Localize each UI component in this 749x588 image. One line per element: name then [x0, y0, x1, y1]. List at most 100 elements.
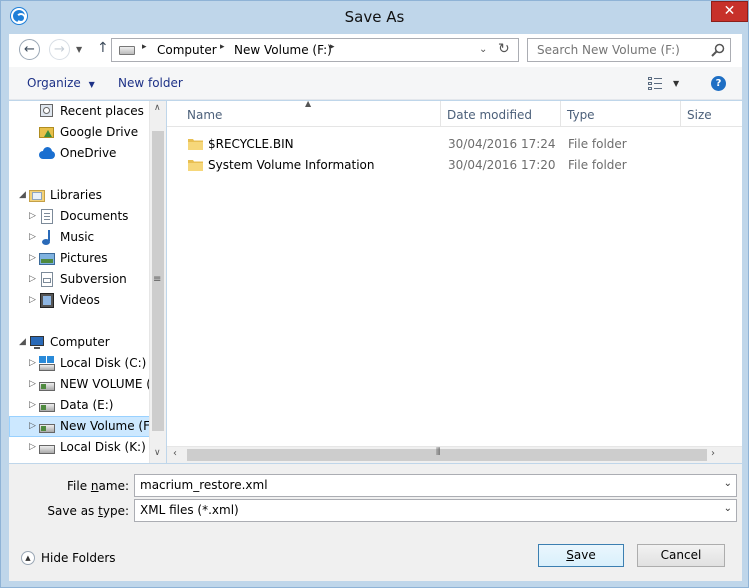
expand-icon[interactable]: ▷ — [29, 274, 37, 284]
expand-icon[interactable]: ▷ — [29, 232, 37, 242]
nav-item-local-disk-c[interactable]: ▷ Local Disk (C:) — [9, 353, 150, 374]
column-header-row: Name ▲ Date modified Type Size — [167, 99, 742, 127]
file-name: $RECYCLE.BIN — [208, 137, 294, 151]
up-icon[interactable]: ↑ — [97, 40, 109, 56]
organize-label: Organize — [27, 76, 81, 90]
expand-icon[interactable]: ▷ — [29, 421, 37, 431]
breadcrumb-computer[interactable]: Computer — [157, 43, 217, 57]
expand-icon[interactable]: ▷ — [29, 211, 37, 221]
collapse-icon[interactable]: ◢ — [19, 190, 27, 200]
computer-icon — [29, 335, 45, 350]
nav-item-pictures[interactable]: ▷ Pictures — [9, 248, 150, 269]
file-type: File folder — [568, 137, 627, 151]
view-options-icon[interactable] — [648, 76, 664, 90]
recent-locations-icon[interactable]: ▼ — [76, 45, 82, 54]
file-type: File folder — [568, 158, 627, 172]
save-as-type-value: XML files (*.xml) — [140, 503, 239, 517]
close-button[interactable]: ✕ — [711, 1, 748, 22]
view-dropdown-icon[interactable]: ▼ — [673, 79, 679, 88]
scroll-thumb[interactable] — [187, 449, 707, 461]
folder-icon — [188, 160, 203, 171]
new-folder-button[interactable]: New folder — [118, 76, 183, 90]
recent-places-icon — [39, 104, 55, 119]
column-type[interactable]: Type — [561, 101, 681, 127]
expand-icon[interactable]: ▷ — [29, 379, 37, 389]
navigation-scrollbar[interactable]: ∧ ≡ ∨ — [149, 101, 166, 463]
search-icon[interactable] — [711, 43, 725, 57]
nav-item-data-e[interactable]: ▷ Data (E:) — [9, 395, 150, 416]
address-dropdown-icon[interactable]: ⌄ — [479, 44, 487, 55]
subversion-icon — [39, 272, 55, 287]
column-name[interactable]: Name ▲ — [167, 99, 441, 127]
file-row[interactable]: $RECYCLE.BIN 30/04/2016 17:24 File folde… — [167, 134, 742, 155]
file-name-value[interactable]: macrium_restore.xml — [140, 478, 268, 492]
expand-icon[interactable]: ▷ — [29, 295, 37, 305]
column-date-modified[interactable]: Date modified — [441, 101, 561, 127]
nav-item-recent-places[interactable]: Recent places — [9, 101, 150, 122]
nav-item-videos[interactable]: ▷ Videos — [9, 290, 150, 311]
drive-icon — [39, 377, 55, 392]
breadcrumb-new-volume[interactable]: New Volume (F:) — [234, 43, 332, 57]
drive-icon — [39, 419, 55, 434]
forward-icon[interactable]: → — [49, 39, 70, 60]
music-icon — [39, 230, 55, 245]
address-bar[interactable]: ▸ Computer ▸ New Volume (F:) ▸ ⌄ ↻ — [111, 38, 519, 62]
search-box[interactable] — [527, 38, 731, 62]
nav-item-documents[interactable]: ▷ Documents — [9, 206, 150, 227]
column-size[interactable]: Size — [681, 101, 742, 127]
organize-button[interactable]: Organize ▼ — [27, 76, 95, 90]
scroll-down-icon[interactable]: ∨ — [154, 448, 161, 458]
breadcrumb-separator: ▸ — [142, 42, 147, 52]
window-title: Save As — [344, 8, 405, 26]
expand-icon[interactable]: ▷ — [29, 400, 37, 410]
local-disk-icon — [39, 356, 55, 371]
save-as-dialog: Save As ✕ ← → ▼ ↑ ▸ Computer ▸ New Volum… — [0, 0, 749, 588]
file-date: 30/04/2016 17:20 — [448, 158, 556, 172]
expand-icon[interactable]: ▷ — [29, 253, 37, 263]
file-name: System Volume Information — [208, 158, 375, 172]
scroll-up-icon[interactable]: ∧ — [154, 103, 161, 113]
save-button[interactable]: Save — [538, 544, 624, 567]
search-input[interactable] — [528, 39, 708, 61]
nav-item-onedrive[interactable]: OneDrive — [9, 143, 150, 164]
file-row[interactable]: System Volume Information 30/04/2016 17:… — [167, 155, 742, 176]
chevron-down-icon[interactable]: ⌄ — [724, 478, 732, 489]
onedrive-icon — [39, 146, 55, 161]
nav-item-computer[interactable]: ◢ Computer — [9, 332, 150, 353]
navigation-pane: Recent places Google Drive OneDrive ◢ Li… — [9, 101, 166, 463]
nav-item-new-volume-d[interactable]: ▷ NEW VOLUME (D:) — [9, 374, 150, 395]
collapse-icon[interactable]: ◢ — [19, 337, 27, 347]
documents-icon — [39, 209, 55, 224]
drive-icon — [39, 398, 55, 413]
cancel-button[interactable]: Cancel — [637, 544, 725, 567]
nav-item-local-disk-k[interactable]: ▷ Local Disk (K:) — [9, 437, 150, 458]
expand-icon[interactable]: ▷ — [29, 358, 37, 368]
nav-item-new-volume-f[interactable]: ▷ New Volume (F:) — [9, 416, 150, 437]
file-name-field[interactable]: macrium_restore.xml ⌄ — [134, 474, 737, 497]
grip-icon: ⦀ — [436, 447, 441, 458]
file-list-scrollbar[interactable]: ‹ ⦀ › — [167, 446, 742, 463]
libraries-icon — [29, 188, 45, 203]
back-icon[interactable]: ← — [19, 39, 40, 60]
nav-item-subversion[interactable]: ▷ Subversion — [9, 269, 150, 290]
help-icon[interactable]: ? — [711, 76, 726, 91]
local-disk-icon — [39, 440, 55, 455]
hide-folders-label: Hide Folders — [41, 551, 116, 565]
scroll-right-icon[interactable]: › — [711, 448, 715, 459]
google-drive-icon — [39, 125, 55, 140]
refresh-icon[interactable]: ↻ — [498, 41, 510, 57]
chevron-down-icon: ▼ — [88, 80, 95, 89]
chevron-down-icon[interactable]: ⌄ — [724, 503, 732, 514]
sort-ascending-icon: ▲ — [305, 99, 312, 108]
scroll-left-icon[interactable]: ‹ — [173, 448, 177, 459]
nav-item-libraries[interactable]: ◢ Libraries — [9, 185, 150, 206]
nav-item-music[interactable]: ▷ Music — [9, 227, 150, 248]
nav-item-google-drive[interactable]: Google Drive — [9, 122, 150, 143]
save-as-type-label: Save as type: — [47, 504, 129, 518]
grip-icon: ≡ — [153, 274, 162, 285]
videos-icon — [39, 293, 55, 308]
save-as-type-select[interactable]: XML files (*.xml) ⌄ — [134, 499, 737, 522]
folder-icon — [188, 139, 203, 150]
breadcrumb-separator: ▸ — [330, 42, 335, 52]
expand-icon[interactable]: ▷ — [29, 442, 37, 452]
